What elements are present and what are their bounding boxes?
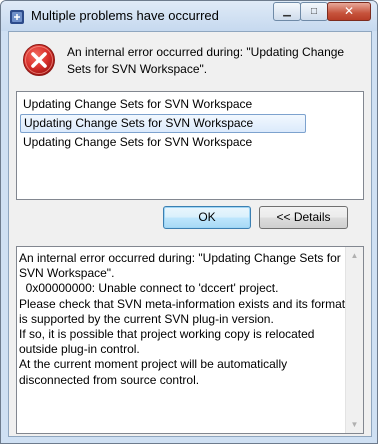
- ok-button[interactable]: OK: [163, 206, 251, 229]
- close-icon: ✕: [343, 4, 355, 18]
- list-item-selected[interactable]: Updating Change Sets for SVN Workspace: [20, 114, 306, 133]
- problems-list[interactable]: Updating Change Sets for SVN Workspace U…: [16, 91, 364, 200]
- caption-buttons: ▁ □ ✕: [273, 2, 371, 21]
- scroll-down-icon[interactable]: ▼: [346, 416, 363, 433]
- minimize-icon: ▁: [283, 6, 291, 17]
- list-item[interactable]: Updating Change Sets for SVN Workspace: [20, 134, 255, 151]
- dialog-window: Multiple problems have occurred ▁ □ ✕ An…: [0, 0, 378, 444]
- error-icon: [23, 44, 55, 76]
- details-text-area[interactable]: An internal error occurred during: "Upda…: [16, 246, 364, 434]
- scroll-up-icon[interactable]: ▲: [346, 247, 363, 264]
- dialog-body: An internal error occurred during: "Upda…: [8, 31, 372, 437]
- maximize-button[interactable]: □: [300, 2, 328, 21]
- minimize-button[interactable]: ▁: [273, 2, 301, 21]
- window-title: Multiple problems have occurred: [31, 8, 219, 23]
- list-item[interactable]: Updating Change Sets for SVN Workspace: [20, 96, 255, 113]
- vertical-scrollbar[interactable]: ▲ ▼: [345, 247, 363, 433]
- details-toggle-button[interactable]: << Details: [259, 206, 348, 229]
- maximize-icon: □: [310, 6, 318, 17]
- details-text: An internal error occurred during: "Upda…: [19, 251, 346, 387]
- title-bar[interactable]: Multiple problems have occurred ▁ □ ✕: [1, 1, 377, 31]
- eclipse-app-icon: [10, 10, 24, 24]
- error-message: An internal error occurred during: "Upda…: [67, 45, 345, 76]
- close-button[interactable]: ✕: [327, 2, 371, 21]
